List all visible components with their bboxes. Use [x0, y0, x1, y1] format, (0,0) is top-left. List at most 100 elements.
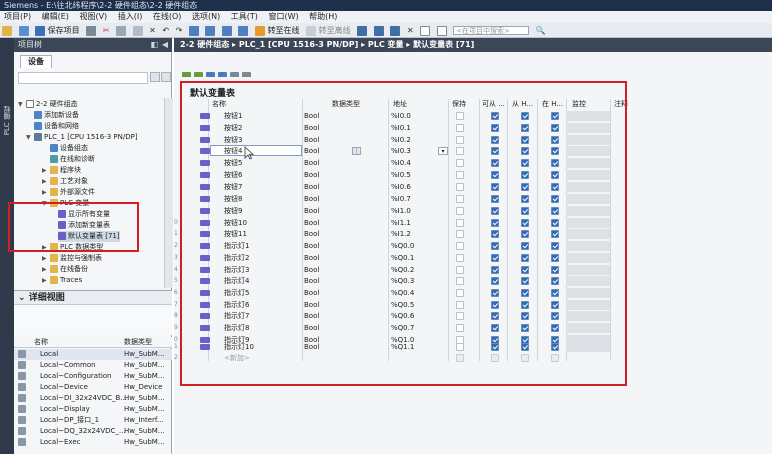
expand-arrow-icon[interactable]: ▶: [42, 176, 50, 187]
main-toolbar: 保存项目 ✂ ✕ ↶ ↷ 转至在线 转至离线 ✕ <在项目中搜索> 🔍: [0, 23, 772, 38]
detail-view-header[interactable]: ⌄ 详细视图: [14, 290, 172, 305]
expand-arrow-icon[interactable]: ▶: [42, 275, 50, 286]
tree-item-online-diagnostics[interactable]: 在线和诊断: [42, 154, 95, 165]
detail-row[interactable]: Local~Common Hw_SubM...: [14, 360, 172, 371]
detail-row[interactable]: Local~Exec Hw_SubM...: [14, 437, 172, 448]
open-project-icon[interactable]: [18, 25, 29, 36]
detail-row[interactable]: Local~DQ_32x24VDC_... Hw_SubM...: [14, 426, 172, 437]
detail-row[interactable]: Local Hw_SubM...: [14, 349, 172, 360]
hw-object-icon: [18, 394, 26, 402]
menu-view[interactable]: 视图(V): [79, 12, 107, 21]
split-horizontal-icon[interactable]: [420, 25, 431, 36]
tree-item-online-backups[interactable]: ▶ 在线备份: [42, 264, 88, 275]
tree-item-devices-networks[interactable]: 设备和网络: [26, 121, 79, 132]
hw-object-icon: [18, 383, 26, 391]
close-icon[interactable]: ✕: [407, 23, 414, 38]
collapse-icon[interactable]: ◧: [150, 38, 158, 52]
menu-tools[interactable]: 工具(T): [231, 12, 258, 21]
tree-item-plc1[interactable]: ▼ PLC_1 [CPU 1516-3 PN/DP]: [18, 132, 138, 143]
detail-row[interactable]: Local~Display Hw_SubM...: [14, 404, 172, 415]
accessible-devices-icon[interactable]: [357, 25, 368, 36]
tree-item-add-device[interactable]: 添加新设备: [26, 110, 79, 121]
project-icon: [26, 100, 34, 108]
go-online-button[interactable]: 转至在线: [255, 23, 300, 38]
detail-col-name[interactable]: 名称: [34, 337, 48, 348]
folder-icon: [50, 177, 58, 185]
tree-item-device-config[interactable]: 设备组态: [42, 143, 88, 154]
detail-view-columns: 名称 数据类型: [14, 337, 172, 348]
search-icon[interactable]: 🔍: [536, 23, 546, 38]
tree-item-program-blocks[interactable]: ▶ 程序块: [42, 165, 81, 176]
highlight-box-table: [180, 81, 627, 386]
breadcrumb-item[interactable]: PLC_1 [CPU 1516-3 PN/DP]: [239, 40, 358, 49]
undo-icon[interactable]: ↶: [162, 23, 169, 38]
menu-online[interactable]: 在线(O): [153, 12, 182, 21]
expand-arrow-icon[interactable]: ▶: [42, 165, 50, 176]
detail-col-type[interactable]: 数据类型: [124, 337, 152, 348]
breadcrumb: 2-2 硬件组态 ▸ PLC_1 [CPU 1516-3 PN/DP] ▸ PL…: [174, 38, 772, 52]
menu-edit[interactable]: 编辑(E): [42, 12, 69, 21]
download-icon[interactable]: [205, 25, 216, 36]
upload-icon[interactable]: [221, 25, 232, 36]
menu-options[interactable]: 选项(N): [192, 12, 220, 21]
expand-arrow-icon[interactable]: ▶: [42, 253, 50, 264]
folder-icon: [50, 188, 58, 196]
menu-insert[interactable]: 插入(I): [118, 12, 143, 21]
compile-icon[interactable]: [188, 25, 199, 36]
view-toggle-icon[interactable]: [150, 72, 160, 82]
detail-row[interactable]: Local~Device Hw_Device: [14, 382, 172, 393]
hw-object-icon: [18, 361, 26, 369]
project-tree-header: 项目树 ◧ ◀: [14, 38, 172, 52]
breadcrumb-item[interactable]: 2-2 硬件组态: [180, 40, 229, 49]
tree-settings-icon[interactable]: [161, 72, 171, 82]
expand-arrow-icon[interactable]: ▶: [42, 187, 50, 198]
print-icon[interactable]: [86, 25, 97, 36]
device-filter-input[interactable]: [18, 72, 148, 84]
menu-bar: 项目(P) 编辑(E) 视图(V) 插入(I) 在线(O) 选项(N) 工具(T…: [0, 11, 772, 23]
tree-item-technology-objects[interactable]: ▶ 工艺对象: [42, 176, 88, 187]
hw-object-icon: [18, 427, 26, 435]
delete-icon[interactable]: ✕: [149, 23, 156, 38]
breadcrumb-item[interactable]: PLC 变量: [368, 40, 404, 49]
pin-icon[interactable]: ◀: [162, 38, 168, 52]
hw-object-icon: [18, 405, 26, 413]
detail-row[interactable]: Local~Configuration Hw_SubM...: [14, 371, 172, 382]
diagnostics-icon: [50, 155, 58, 163]
detail-row[interactable]: Local~DP_接口_1 Hw_Interf...: [14, 415, 172, 426]
menu-window[interactable]: 窗口(W): [268, 12, 298, 21]
expand-arrow-icon[interactable]: ▶: [42, 264, 50, 275]
simulate-icon[interactable]: [238, 25, 249, 36]
menu-help[interactable]: 帮助(H): [309, 12, 337, 21]
hw-object-icon: [18, 416, 26, 424]
cut-icon[interactable]: ✂: [103, 23, 110, 38]
devices-tab[interactable]: 设备: [20, 55, 52, 68]
device-config-icon: [50, 144, 58, 152]
copy-icon[interactable]: [115, 25, 126, 36]
folder-icon: [50, 276, 58, 284]
start-cpu-icon[interactable]: [373, 25, 384, 36]
tree-scrollbar[interactable]: [164, 98, 173, 288]
paste-icon[interactable]: [132, 25, 143, 36]
network-icon: [34, 122, 42, 130]
new-project-icon[interactable]: [2, 25, 12, 36]
tree-item-external-sources[interactable]: ▶ 外部源文件: [42, 187, 95, 198]
split-vertical-icon[interactable]: [436, 25, 447, 36]
tree-item-project[interactable]: ▼ 2-2 硬件组态: [18, 99, 78, 110]
expand-arrow-icon[interactable]: ▼: [26, 132, 34, 143]
sidetab-label: PLC 编程: [3, 106, 11, 136]
go-offline-button[interactable]: 转至离线: [306, 23, 351, 38]
breadcrumb-item[interactable]: 默认变量表 [71]: [413, 40, 474, 49]
expand-arrow-icon[interactable]: ▼: [18, 99, 26, 110]
tree-item-watch-force-tables[interactable]: ▶ 监控与强制表: [42, 253, 102, 264]
collapse-arrow-icon: ⌄: [18, 293, 29, 303]
project-search-input[interactable]: <在项目中搜索>: [453, 26, 530, 35]
detail-row[interactable]: Local~DI_32x24VDC_B... Hw_SubM...: [14, 393, 172, 404]
save-project-button[interactable]: 保存项目: [35, 23, 80, 38]
stop-cpu-icon[interactable]: [390, 25, 401, 36]
hw-object-icon: [18, 372, 26, 380]
menu-project[interactable]: 项目(P): [4, 12, 31, 21]
folder-icon: [50, 265, 58, 273]
project-tree: ▼ 2-2 硬件组态 添加新设备 设备和网络 ▼ PLC_1 [CPU 1516-3…: [14, 97, 174, 290]
tree-item-traces[interactable]: ▶ Traces: [42, 275, 82, 286]
redo-icon[interactable]: ↷: [176, 23, 183, 38]
